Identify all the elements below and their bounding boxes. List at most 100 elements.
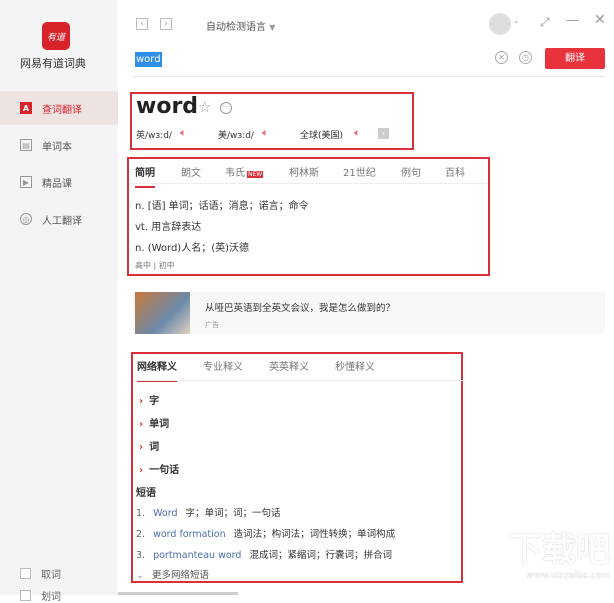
sidebar-item-label: 人工翻译 xyxy=(42,215,82,227)
phrase-item: 2. word formation 造词法；构词法；词性转换；单词构成 xyxy=(136,526,395,540)
language-label: 自动检测语言 xyxy=(206,22,266,33)
word-header: word ☆ ··· 英/wɜːd/ 🔈︎ 美/wɜːd/ 🔈︎ 全球(美国) … xyxy=(130,92,414,150)
web-meaning[interactable]: › 单词 xyxy=(139,415,169,430)
close-icon[interactable]: ✕ xyxy=(594,12,606,28)
meaning-text: 单词 xyxy=(149,419,170,430)
phrases-title: 短语 xyxy=(136,488,156,499)
tab-label: 韦氏 xyxy=(225,168,245,179)
phrase-meaning: 造词法；构词法；词性转换；单词构成 xyxy=(233,529,396,540)
forward-button[interactable]: › xyxy=(160,18,172,30)
meaning-text: 一句话 xyxy=(149,465,180,476)
speaker-icon[interactable]: 🔈︎ xyxy=(262,126,269,140)
tab-concise[interactable]: 简明 xyxy=(135,164,155,188)
search-input[interactable]: word xyxy=(135,52,162,67)
video-icon: ▶ xyxy=(20,176,32,188)
phrase-link[interactable]: portmanteau word xyxy=(153,550,241,561)
phrase-meaning: 混成词；紧缩词；行囊词；拼合词 xyxy=(249,550,392,561)
meaning-text: 字 xyxy=(149,396,160,407)
dictionary-panel: 简明 朗文 韦氏 NEW 柯林斯 21世纪 例句 百科 n. [语] 单词；话语；… xyxy=(127,157,490,276)
tab-collins[interactable]: 柯林斯 xyxy=(289,164,319,179)
watermark: 下载吧 www.xiazaiba.com xyxy=(508,530,610,581)
tab-longman[interactable]: 朗文 xyxy=(181,164,201,179)
new-badge: NEW xyxy=(247,171,264,178)
phrase-item: 3. portmanteau word 混成词；紧缩词；行囊词；拼合词 xyxy=(136,547,392,561)
app-name: 网易有道词典 xyxy=(20,57,86,70)
tab-21st-century[interactable]: 21世纪 xyxy=(343,164,376,179)
headword: word xyxy=(136,94,199,119)
app-logo: 有道 xyxy=(42,22,70,50)
translate-button[interactable]: 翻译 xyxy=(545,48,605,69)
divider xyxy=(133,76,605,77)
tab-examples[interactable]: 例句 xyxy=(401,164,421,179)
phrase-link[interactable]: Word xyxy=(153,508,177,519)
tab-quick[interactable]: 秒懂释义 xyxy=(335,358,375,373)
meaning-text: 词 xyxy=(149,442,160,453)
ad-image xyxy=(135,292,190,334)
sidebar-item-label: 查词翻译 xyxy=(42,104,82,116)
web-meaning[interactable]: › 词 xyxy=(139,438,159,453)
ad-banner[interactable]: 从哑巴英语到全英文会议，我是怎么做到的？ 广告 xyxy=(133,292,605,334)
phrase-num: 1. xyxy=(136,508,146,519)
chevron-down-icon: ⌄ xyxy=(136,570,144,581)
notebook-icon: ▤ xyxy=(20,139,32,151)
maximize-icon[interactable]: ⤢ xyxy=(540,15,550,30)
phrase-meaning: 字；单词；词；一句话 xyxy=(185,508,281,519)
pron-us: 美/wɜːd/ xyxy=(218,131,254,141)
select-word-toggle[interactable]: 划词 xyxy=(20,588,61,603)
phrase-item: 1. Word 字；单词；词；一句话 xyxy=(136,505,281,519)
web-definitions-panel: 网络释义 专业释义 英英释义 秒懂释义 › 字 › 单词 › 词 › 一句话 短语 1.… xyxy=(131,352,463,583)
toggle-label: 划词 xyxy=(41,592,61,603)
tab-professional[interactable]: 专业释义 xyxy=(203,358,243,373)
sidebar: 有道 网易有道词典 A 查词翻译 ▤ 单词本 ▶ 精品课 ◎ 人工翻译 取词 划词 xyxy=(0,0,118,603)
speaker-icon[interactable]: 🔈︎ xyxy=(180,126,187,140)
divider xyxy=(129,183,488,184)
sidebar-item-human-translation[interactable]: ◎ 人工翻译 xyxy=(0,202,118,236)
phrase-link[interactable]: word formation xyxy=(153,529,226,540)
checkbox[interactable] xyxy=(20,568,31,579)
pron-global: 全球(美国) xyxy=(300,131,344,141)
phrase-num: 3. xyxy=(136,550,146,561)
chevron-down-icon: ▼ xyxy=(269,23,276,32)
tab-webster[interactable]: 韦氏 NEW xyxy=(225,164,264,179)
sidebar-item-lookup[interactable]: A 查词翻译 xyxy=(0,91,118,125)
dictionary-icon: A xyxy=(20,102,32,114)
definition: n. (Word)人名；(英)沃德 xyxy=(135,243,250,254)
ad-title: 从哑巴英语到全英文会议，我是怎么做到的？ xyxy=(205,303,396,314)
avatar[interactable] xyxy=(489,13,511,35)
speaker-icon[interactable]: 🔈︎ xyxy=(354,126,361,140)
sidebar-item-label: 精品课 xyxy=(42,178,72,190)
clear-icon[interactable]: ✕ xyxy=(495,51,508,64)
back-button[interactable]: ‹ xyxy=(136,18,148,30)
more-phrases-label: 更多网络短语 xyxy=(151,570,209,581)
level-tags: 高中 | 初中 xyxy=(135,261,175,270)
chevron-right-icon: › xyxy=(139,465,144,476)
star-icon[interactable]: ☆ xyxy=(198,98,211,116)
sidebar-item-label: 单词本 xyxy=(42,141,72,153)
tab-encyclopedia[interactable]: 百科 xyxy=(445,164,465,179)
chevron-down-icon[interactable]: ⌄ xyxy=(513,16,520,25)
definition: n. [语] 单词；话语；消息；诺言；命令 xyxy=(135,201,309,212)
play-icon[interactable]: › xyxy=(378,128,389,139)
minimize-icon[interactable]: — xyxy=(566,13,579,28)
web-meaning[interactable]: › 字 xyxy=(139,392,159,407)
sidebar-item-courses[interactable]: ▶ 精品课 xyxy=(0,165,118,199)
language-select[interactable]: 自动检测语言 ▼ xyxy=(206,18,275,33)
tab-english-english[interactable]: 英英释义 xyxy=(269,358,309,373)
history-icon[interactable]: ◷ xyxy=(519,51,532,64)
sidebar-item-wordbook[interactable]: ▤ 单词本 xyxy=(0,128,118,162)
tab-web[interactable]: 网络释义 xyxy=(137,358,177,382)
chevron-right-icon: › xyxy=(139,396,144,407)
web-meaning[interactable]: › 一句话 xyxy=(139,461,179,476)
chevron-right-icon: › xyxy=(139,442,144,453)
pron-uk: 英/wɜːd/ xyxy=(136,131,172,141)
more-phrases-link[interactable]: ⌄ 更多网络短语 xyxy=(136,567,209,581)
phrase-num: 2. xyxy=(136,529,146,540)
toggle-label: 取词 xyxy=(41,570,61,581)
web-tabs: 网络释义 专业释义 英英释义 秒懂释义 xyxy=(137,358,457,382)
definition: vt. 用言辞表达 xyxy=(135,222,202,233)
chevron-right-icon: › xyxy=(139,419,144,430)
headset-icon: ◎ xyxy=(20,213,32,225)
more-icon[interactable]: ··· xyxy=(220,102,232,114)
capture-word-toggle[interactable]: 取词 xyxy=(20,566,61,581)
checkbox[interactable] xyxy=(20,590,31,601)
